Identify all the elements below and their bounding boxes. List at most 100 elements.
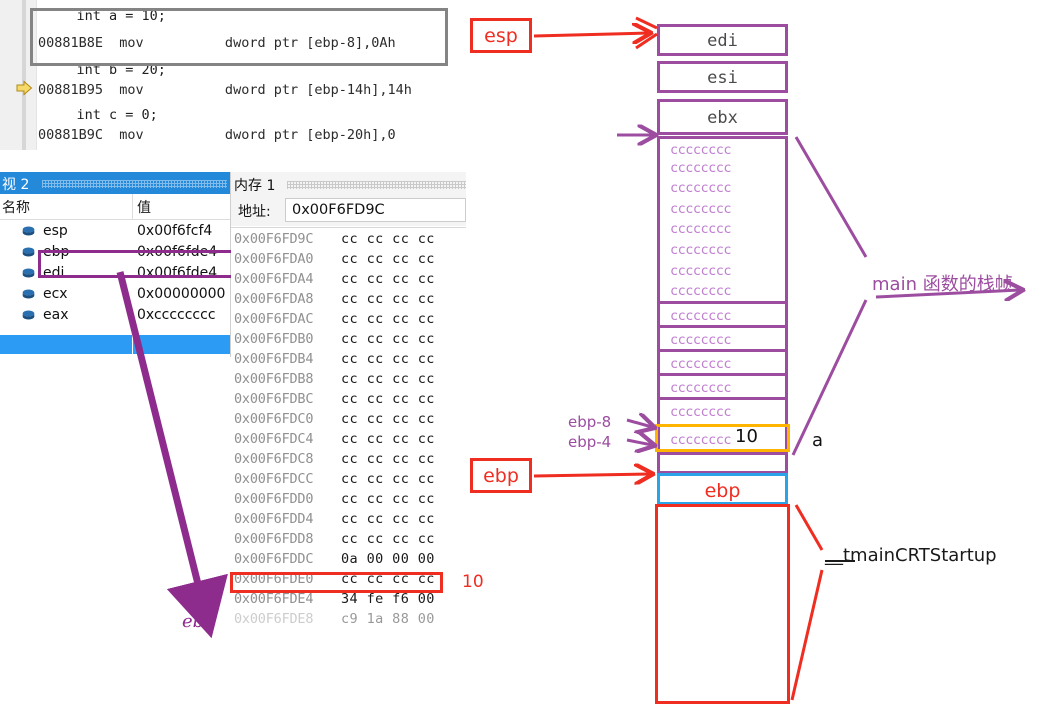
ebp-arrow [533, 474, 650, 476]
stack-slot-label: cccccccc [670, 380, 732, 396]
memory-titlebar-dots [287, 181, 466, 189]
disassembly-pane[interactable]: int a = 10; 00881B8E mov dword ptr [ebp-… [0, 0, 466, 150]
main-frame-bracket-lower [791, 299, 868, 456]
stack-slot-saved-ebp: ebp [657, 473, 788, 505]
memory-row: 0x00F6FDAC cc cc cc cc [231, 310, 466, 330]
memory-row-address: 0x00F6FDA8 [234, 291, 314, 307]
variable-icon [22, 226, 35, 236]
esp-arrowhead-extra [635, 16, 658, 30]
memory-row-bytes: cc cc cc cc [341, 391, 435, 407]
watch-row-name: eax [43, 307, 69, 323]
watch-column-name: 名称 [2, 200, 30, 216]
memory-row-address: 0x00F6FDC4 [234, 431, 314, 447]
stack-slot-a-name-label: a [812, 430, 824, 451]
memory-row-bytes: cc cc cc cc [341, 291, 435, 307]
memory-row-bytes: c9 1a 88 00 [341, 611, 435, 627]
current-statement-arrow-icon [16, 80, 33, 96]
memory-row: 0x00F6FDE8 c9 1a 88 00 [231, 610, 466, 630]
stack-slot-label: esi [707, 68, 738, 88]
watch-row-empty-selected[interactable] [0, 335, 230, 354]
watch-selected-divider [132, 335, 133, 354]
watch-row-value: 0x00f6fcf4 [137, 223, 213, 239]
main-frame-bracket-upper [794, 136, 868, 258]
memory-row-address: 0x00F6FDB0 [234, 331, 314, 347]
ebp-minus-4-arrow [626, 440, 652, 445]
code-line-asm-current: 00881B95 mov dword ptr [ebp-14h],14h [38, 82, 412, 98]
memory-row: 0x00F6FDA0 cc cc cc cc [231, 250, 466, 270]
watch-panel-title: 视 2 [2, 177, 30, 193]
label-main-stack-frame: main 函数的栈帧 [872, 274, 1013, 295]
ebp-minus-8-arrow [626, 420, 652, 427]
stack-slot-edi: edi [657, 24, 788, 56]
memory-row-highlighted: 0x00F6FDDC 0a 00 00 00 [231, 550, 466, 570]
memory-row-address: 0x00F6FDCC [234, 471, 314, 487]
label-ebp-minus-8: ebp-8 [568, 413, 612, 431]
stack-slot-filler-last [657, 452, 788, 474]
memory-row: 0x00F6FDD4 cc cc cc cc [231, 510, 466, 530]
memory-row: 0x00F6FDA4 cc cc cc cc [231, 270, 466, 290]
memory-row: 0x00F6FDCC cc cc cc cc [231, 470, 466, 490]
variable-icon [22, 310, 35, 320]
watch-column-divider [132, 194, 133, 219]
stack-slot-a-value: 10 [735, 426, 758, 447]
watch-ebp-highlight-box [38, 250, 234, 278]
stack-slot-label: cccccccc [670, 283, 732, 300]
memory-row-bytes: cc cc cc cc [341, 371, 435, 387]
stack-slot-label: cccccccc [670, 307, 732, 324]
memory-row-bytes: cc cc cc cc [341, 251, 435, 267]
memory-row-address: 0x00F6FD9C [234, 231, 314, 247]
memory-titlebar: 内存 1 [231, 172, 466, 196]
memory-address-input[interactable]: 0x00F6FD9C [285, 198, 466, 222]
memory-row: 0x00F6FDB4 cc cc cc cc [231, 350, 466, 370]
stack-slot-label: cccccccc [670, 332, 732, 348]
stack-slot-label: cccccccc [670, 180, 732, 197]
stack-slot-label: cccccccc [670, 200, 732, 217]
memory-row: 0x00F6FDC0 cc cc cc cc [231, 410, 466, 430]
memory-row-address: 0x00F6FDC0 [234, 411, 314, 427]
memory-ebp-pointer-label: ebp [182, 611, 216, 632]
ebp-callout-box: ebp [470, 458, 532, 493]
memory-address-bar: 地址: 0x00F6FD9C [231, 196, 466, 226]
memory-address-label: 地址: [238, 204, 271, 220]
watch-row-value: 0x00000000 [137, 286, 226, 302]
memory-row: 0x00F6FDC8 cc cc cc cc [231, 450, 466, 470]
label-tmaincrtstartup: __tmainCRTStartup [825, 545, 997, 566]
memory-row-bytes: 34 fe f6 00 [341, 591, 435, 607]
stack-slot-label: cccccccc [670, 221, 732, 238]
stack-slot-ebx: ebx [657, 99, 788, 135]
memory-row-address: 0x00F6FDB8 [234, 371, 314, 387]
memory-row-bytes: cc cc cc cc [341, 531, 435, 547]
stack-frame-crt-startup [655, 504, 790, 704]
memory-row-bytes: cc cc cc cc [341, 451, 435, 467]
code-line-source: int c = 0; [44, 107, 158, 123]
memory-row: 0x00F6FDD8 cc cc cc cc [231, 530, 466, 550]
memory-row-address: 0x00F6FDD4 [234, 511, 314, 527]
watch-row[interactable]: eax 0xcccccccc [0, 305, 230, 326]
stack-slot-label: cccccccc [670, 404, 732, 420]
stack-slot-a-highlight-box [655, 424, 790, 452]
memory-row-address: 0x00F6FDE8 [234, 611, 314, 627]
stack-slot-label: cccccccc [670, 242, 732, 258]
stack-slot-label: edi [707, 31, 738, 51]
memory-highlight-annotation: 10 [462, 572, 484, 592]
watch-row[interactable]: esp 0x00f6fcf4 [0, 221, 230, 242]
watch-row[interactable]: ecx 0x00000000 [0, 284, 230, 305]
memory-row-bytes: cc cc cc cc [341, 511, 435, 527]
memory-row-address: 0x00F6FDB4 [234, 351, 314, 367]
variable-icon [22, 289, 35, 299]
memory-address-value: 0x00F6FD9C [292, 202, 385, 218]
ebp-callout-label: ebp [483, 465, 519, 487]
memory-row-bytes: cc cc cc cc [341, 471, 435, 487]
label-ebp-minus-4: ebp-4 [568, 433, 612, 451]
memory-row: 0x00F6FDB8 cc cc cc cc [231, 370, 466, 390]
stack-slot-label: ebx [707, 108, 738, 128]
memory-row-address: 0x00F6FDAC [234, 311, 314, 327]
memory-row-bytes: cc cc cc cc [341, 231, 435, 247]
memory-row: 0x00F6FDC4 cc cc cc cc [231, 430, 466, 450]
memory-row-address: 0x00F6FDE4 [234, 591, 314, 607]
memory-row: 0x00F6FDB0 cc cc cc cc [231, 330, 466, 350]
esp-arrowhead-extra2 [635, 32, 658, 50]
memory-row-bytes: 0a 00 00 00 [341, 551, 435, 567]
watch-column-header: 名称 值 [0, 194, 230, 220]
memory-row-bytes: cc cc cc cc [341, 351, 435, 367]
